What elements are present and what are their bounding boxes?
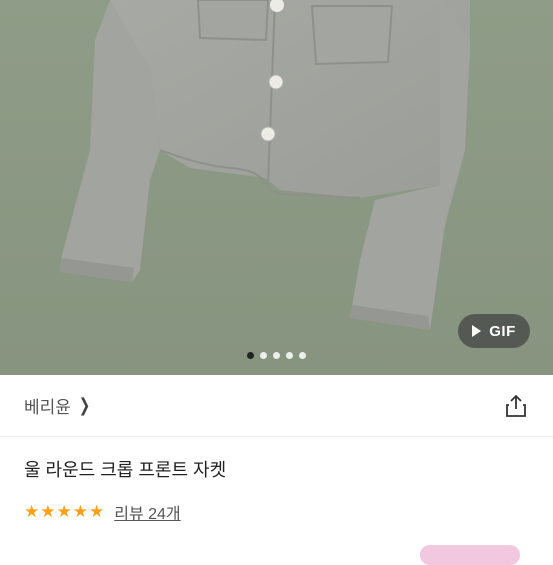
carousel-dot[interactable]: [273, 352, 280, 359]
star-icon: ★: [72, 502, 88, 521]
gif-play-button[interactable]: GIF: [458, 314, 530, 348]
product-title: 울 라운드 크롭 프론트 자켓: [24, 460, 227, 480]
carousel-dot[interactable]: [299, 352, 306, 359]
star-icon: ★: [89, 502, 105, 521]
carousel-dot[interactable]: [247, 352, 254, 359]
star-icon: ★: [56, 502, 72, 521]
star-icon: ★: [24, 502, 40, 521]
reviews-link[interactable]: 리뷰 24개: [114, 500, 180, 524]
star-icon: ★: [40, 502, 56, 521]
gif-label: GIF: [489, 322, 516, 340]
carousel-dot[interactable]: [260, 352, 267, 359]
action-button-peek[interactable]: [420, 545, 520, 565]
share-icon[interactable]: [503, 393, 529, 419]
chevron-right-icon: ❯: [78, 395, 91, 415]
carousel-indicator: [0, 352, 553, 359]
carousel-dot[interactable]: [286, 352, 293, 359]
shop-link[interactable]: 베리윤 ❯: [24, 393, 92, 418]
shop-name: 베리윤: [24, 398, 71, 417]
play-icon: [472, 325, 482, 337]
product-image[interactable]: GIF: [0, 0, 553, 375]
star-rating: ★ ★ ★ ★ ★: [24, 502, 104, 522]
rating-row: ★ ★ ★ ★ ★ 리뷰 24개: [24, 500, 181, 524]
shop-row: 베리윤 ❯: [0, 375, 553, 437]
